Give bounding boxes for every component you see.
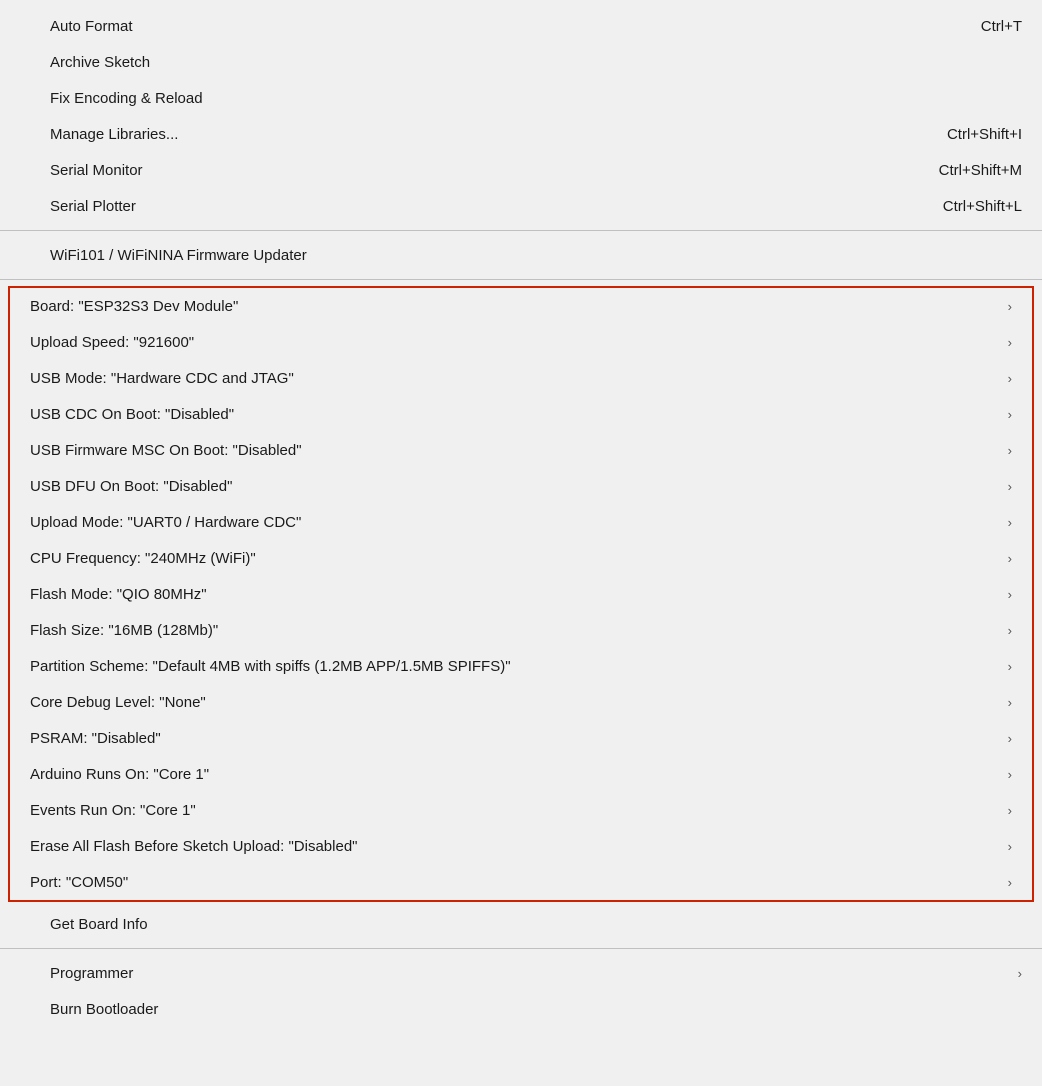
- menu-item-cpu-frequency[interactable]: CPU Frequency: "240MHz (WiFi)" ›: [10, 540, 1032, 576]
- menu-item-arrow-port: ›: [1008, 875, 1012, 890]
- menu-item-label-get-board-info: Get Board Info: [50, 916, 1022, 933]
- menu-item-label-archive-sketch: Archive Sketch: [50, 54, 1022, 71]
- divider-3: [0, 948, 1042, 949]
- menu-item-arrow-arduino-runs-on: ›: [1008, 767, 1012, 782]
- menu-item-serial-monitor[interactable]: Serial Monitor Ctrl+Shift+M: [0, 152, 1042, 188]
- menu-item-arrow-usb-mode: ›: [1008, 371, 1012, 386]
- menu-container: Auto Format Ctrl+T Archive Sketch Fix Encod…: [0, 0, 1042, 1086]
- menu-item-events-run-on[interactable]: Events Run On: "Core 1" ›: [10, 792, 1032, 828]
- menu-item-arrow-events-run-on: ›: [1008, 803, 1012, 818]
- board-section: Board: "ESP32S3 Dev Module"›Upload Speed…: [8, 286, 1034, 902]
- top-menu-items: Auto Format Ctrl+T Archive Sketch Fix Encod…: [0, 8, 1042, 224]
- menu-item-label-port: Port: "COM50": [30, 874, 998, 891]
- menu-item-label-core-debug-level: Core Debug Level: "None": [30, 694, 998, 711]
- menu-item-arrow-partition-scheme: ›: [1008, 659, 1012, 674]
- menu-item-usb-cdc-on-boot[interactable]: USB CDC On Boot: "Disabled" ›: [10, 396, 1032, 432]
- menu-item-arrow-upload-speed: ›: [1008, 335, 1012, 350]
- menu-item-flash-mode[interactable]: Flash Mode: "QIO 80MHz" ›: [10, 576, 1032, 612]
- menu-item-label-usb-cdc-on-boot: USB CDC On Boot: "Disabled": [30, 406, 998, 423]
- menu-item-port[interactable]: Port: "COM50" ›: [10, 864, 1032, 900]
- menu-item-label-usb-firmware-msc-on-boot: USB Firmware MSC On Boot: "Disabled": [30, 442, 998, 459]
- menu-item-label-events-run-on: Events Run On: "Core 1": [30, 802, 998, 819]
- menu-item-arrow-erase-all-flash: ›: [1008, 839, 1012, 854]
- menu-item-core-debug-level[interactable]: Core Debug Level: "None" ›: [10, 684, 1032, 720]
- menu-item-label-flash-size: Flash Size: "16MB (128Mb)": [30, 622, 998, 639]
- menu-item-burn-bootloader[interactable]: Burn Bootloader: [0, 991, 1042, 1027]
- menu-item-partition-scheme[interactable]: Partition Scheme: "Default 4MB with spif…: [10, 648, 1032, 684]
- menu-item-programmer[interactable]: Programmer ›: [0, 955, 1042, 991]
- menu-item-usb-dfu-on-boot[interactable]: USB DFU On Boot: "Disabled" ›: [10, 468, 1032, 504]
- menu-item-get-board-info[interactable]: Get Board Info: [0, 906, 1042, 942]
- menu-item-auto-format[interactable]: Auto Format Ctrl+T: [0, 8, 1042, 44]
- board-menu-items: Board: "ESP32S3 Dev Module"›Upload Speed…: [10, 288, 1032, 900]
- menu-item-label-wifi-firmware-updater: WiFi101 / WiFiNINA Firmware Updater: [50, 247, 1022, 264]
- menu-item-arrow-usb-dfu-on-boot: ›: [1008, 479, 1012, 494]
- menu-item-fix-encoding-reload[interactable]: Fix Encoding & Reload: [0, 80, 1042, 116]
- menu-item-board[interactable]: Board: "ESP32S3 Dev Module" ›: [10, 288, 1032, 324]
- menu-item-wifi-firmware-updater[interactable]: WiFi101 / WiFiNINA Firmware Updater: [0, 237, 1042, 273]
- menu-item-arrow-upload-mode: ›: [1008, 515, 1012, 530]
- menu-item-label-erase-all-flash: Erase All Flash Before Sketch Upload: "D…: [30, 838, 998, 855]
- menu-item-arrow-usb-firmware-msc-on-boot: ›: [1008, 443, 1012, 458]
- menu-item-arrow-flash-mode: ›: [1008, 587, 1012, 602]
- wifi-menu-items: WiFi101 / WiFiNINA Firmware Updater: [0, 237, 1042, 273]
- menu-item-arrow-usb-cdc-on-boot: ›: [1008, 407, 1012, 422]
- divider-2: [0, 279, 1042, 280]
- menu-item-label-auto-format: Auto Format: [50, 18, 941, 35]
- menu-item-upload-mode[interactable]: Upload Mode: "UART0 / Hardware CDC" ›: [10, 504, 1032, 540]
- bottom-menu-items: Get Board Info: [0, 906, 1042, 942]
- menu-item-label-manage-libraries: Manage Libraries...: [50, 126, 907, 143]
- menu-item-label-serial-plotter: Serial Plotter: [50, 198, 903, 215]
- menu-item-manage-libraries[interactable]: Manage Libraries... Ctrl+Shift+I: [0, 116, 1042, 152]
- menu-item-arrow-board: ›: [1008, 299, 1012, 314]
- menu-item-label-programmer: Programmer: [50, 965, 1008, 982]
- menu-item-arrow-flash-size: ›: [1008, 623, 1012, 638]
- menu-item-arduino-runs-on[interactable]: Arduino Runs On: "Core 1" ›: [10, 756, 1032, 792]
- menu-item-label-burn-bootloader: Burn Bootloader: [50, 1001, 1022, 1018]
- menu-item-shortcut-serial-plotter: Ctrl+Shift+L: [943, 198, 1022, 215]
- menu-item-arrow-programmer: ›: [1018, 966, 1022, 981]
- menu-item-label-cpu-frequency: CPU Frequency: "240MHz (WiFi)": [30, 550, 998, 567]
- menu-item-flash-size[interactable]: Flash Size: "16MB (128Mb)" ›: [10, 612, 1032, 648]
- menu-item-arrow-core-debug-level: ›: [1008, 695, 1012, 710]
- menu-item-arrow-cpu-frequency: ›: [1008, 551, 1012, 566]
- menu-item-label-psram: PSRAM: "Disabled": [30, 730, 998, 747]
- menu-item-upload-speed[interactable]: Upload Speed: "921600" ›: [10, 324, 1032, 360]
- footer-menu-items: Programmer › Burn Bootloader: [0, 955, 1042, 1027]
- menu-item-psram[interactable]: PSRAM: "Disabled" ›: [10, 720, 1032, 756]
- menu-item-label-flash-mode: Flash Mode: "QIO 80MHz": [30, 586, 998, 603]
- menu-item-label-upload-mode: Upload Mode: "UART0 / Hardware CDC": [30, 514, 998, 531]
- menu-item-label-serial-monitor: Serial Monitor: [50, 162, 899, 179]
- menu-item-usb-firmware-msc-on-boot[interactable]: USB Firmware MSC On Boot: "Disabled" ›: [10, 432, 1032, 468]
- menu-item-label-arduino-runs-on: Arduino Runs On: "Core 1": [30, 766, 998, 783]
- menu-item-label-usb-dfu-on-boot: USB DFU On Boot: "Disabled": [30, 478, 998, 495]
- menu-item-archive-sketch[interactable]: Archive Sketch: [0, 44, 1042, 80]
- menu-item-erase-all-flash[interactable]: Erase All Flash Before Sketch Upload: "D…: [10, 828, 1032, 864]
- divider-1: [0, 230, 1042, 231]
- menu-item-label-upload-speed: Upload Speed: "921600": [30, 334, 998, 351]
- menu-item-usb-mode[interactable]: USB Mode: "Hardware CDC and JTAG" ›: [10, 360, 1032, 396]
- menu-item-label-partition-scheme: Partition Scheme: "Default 4MB with spif…: [30, 658, 998, 675]
- menu-item-label-board: Board: "ESP32S3 Dev Module": [30, 298, 998, 315]
- menu-item-shortcut-auto-format: Ctrl+T: [981, 18, 1022, 35]
- menu-item-serial-plotter[interactable]: Serial Plotter Ctrl+Shift+L: [0, 188, 1042, 224]
- menu-item-label-usb-mode: USB Mode: "Hardware CDC and JTAG": [30, 370, 998, 387]
- menu-item-shortcut-serial-monitor: Ctrl+Shift+M: [939, 162, 1022, 179]
- menu-item-label-fix-encoding-reload: Fix Encoding & Reload: [50, 90, 1022, 107]
- menu-item-shortcut-manage-libraries: Ctrl+Shift+I: [947, 126, 1022, 143]
- menu-item-arrow-psram: ›: [1008, 731, 1012, 746]
